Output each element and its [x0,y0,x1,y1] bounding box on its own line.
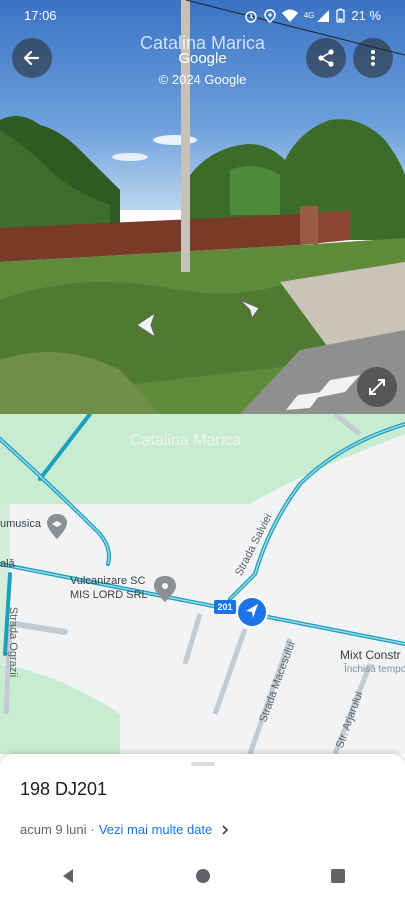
battery-percent: 21 % [351,8,381,23]
expand-icon [369,379,385,395]
bottom-sheet[interactable]: 198 DJ201 acum 9 luni · Vezi mai multe d… [0,754,405,900]
map-label-school[interactable]: umusica [0,518,41,530]
system-navigation-bar [0,852,405,900]
expand-button[interactable] [357,367,397,407]
more-vert-icon [371,50,375,66]
status-bar: 17:06 4G 21 % [0,0,405,30]
status-time: 17:06 [24,8,57,23]
map-place-faded: Catalina Marica [130,432,242,449]
address-title: 198 DJ201 [20,779,108,799]
school-pin-icon[interactable] [47,514,67,539]
current-location-icon[interactable] [236,596,268,628]
home-circle-icon [195,869,210,883]
map-label-business[interactable]: Vulcanizare SC MIS LORD SRL [70,574,148,602]
chevron-right-icon[interactable] [218,823,232,837]
capture-date-row: acum 9 luni · Vezi mai multe date [20,822,232,837]
signal-icon [317,9,330,22]
location-icon [263,8,276,23]
back-button[interactable] [12,38,52,78]
map-label-poi-right-status: Închisă tempo [344,664,405,675]
more-options-button[interactable] [353,38,393,78]
sheet-drag-handle[interactable] [191,762,215,766]
road-number-badge: 201 [217,602,233,612]
street-view-panorama[interactable]: Catalina Marica Google © 2024 Google [0,0,405,414]
nav-back-button[interactable] [48,856,88,896]
network-type: 4G [303,11,315,20]
battery-icon [336,8,346,23]
back-triangle-icon [62,869,73,883]
nav-home-button[interactable] [183,856,223,896]
share-button[interactable] [306,38,346,78]
alarm-icon [244,10,257,23]
copyright-text: © 2024 Google [158,72,247,87]
wifi-icon [281,9,298,22]
nav-recents-button[interactable] [318,856,358,896]
map-label-strada-ograzii: Strada Ograzii [7,606,20,678]
back-arrow-icon [23,50,40,66]
more-dates-link[interactable]: Vezi mai multe date [99,822,212,837]
map-view[interactable]: Catalina Marica umusica ală Vulcanizare … [0,414,405,754]
separator: · [90,822,95,837]
map-label-road-left: ală [0,558,15,570]
capture-date: acum 9 luni [20,822,87,837]
share-icon [318,49,334,67]
map-label-poi-right[interactable]: Mixt Constr [340,648,401,662]
recents-square-icon [330,869,345,883]
